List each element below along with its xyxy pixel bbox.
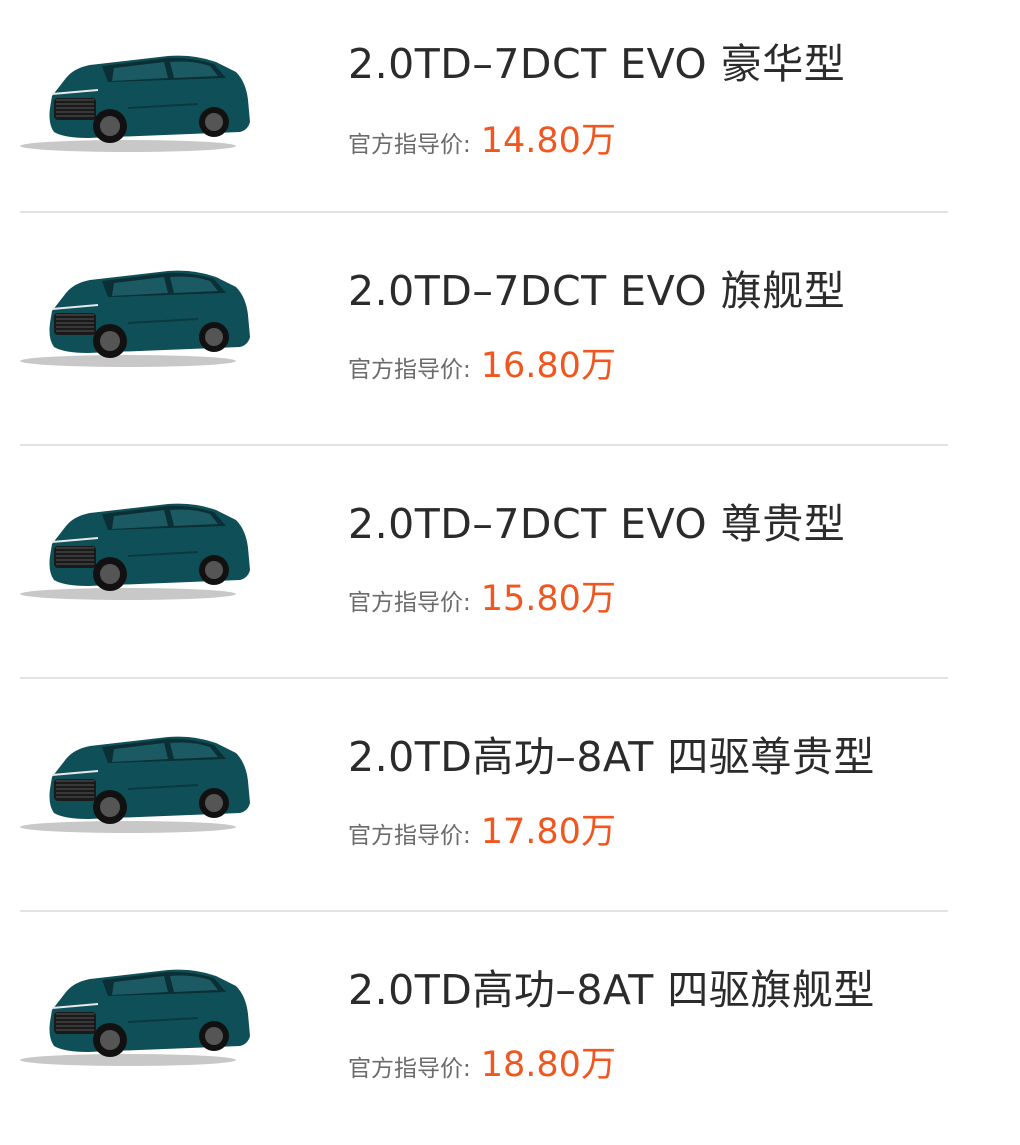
price-row: 官方指导价: 16.80万 [348, 337, 616, 388]
price-label: 官方指导价: [348, 357, 471, 383]
list-item[interactable]: 2.0TD–7DCT EVO 尊贵型 官方指导价: 15.80万 [0, 446, 1020, 679]
price-value: 14.80万 [480, 121, 616, 161]
suv-car-image [20, 503, 250, 600]
suv-car-image [20, 736, 250, 833]
list-item[interactable]: 2.0TD–7DCT EVO 豪华型 官方指导价: 14.80万 [0, 0, 1020, 213]
list-item[interactable]: 2.0TD高功–8AT 四驱尊贵型 官方指导价: 17.80万 [0, 679, 1020, 912]
suv-car-image [20, 969, 250, 1066]
suv-car-image [20, 270, 250, 367]
price-label: 官方指导价: [348, 132, 471, 158]
model-name: 2.0TD高功–8AT 四驱旗舰型 [348, 966, 875, 1014]
model-name: 2.0TD–7DCT EVO 豪华型 [348, 40, 846, 88]
price-value: 18.80万 [480, 1045, 616, 1085]
price-label: 官方指导价: [348, 1056, 471, 1082]
list-item[interactable]: 2.0TD高功–8AT 四驱旗舰型 官方指导价: 18.80万 [0, 912, 1020, 1145]
model-list: 2.0TD–7DCT EVO 豪华型 官方指导价: 14.80万 2.0TD–7… [0, 0, 1020, 1145]
model-name: 2.0TD–7DCT EVO 旗舰型 [348, 267, 846, 315]
price-value: 15.80万 [480, 579, 616, 619]
price-row: 官方指导价: 17.80万 [348, 803, 616, 854]
price-label: 官方指导价: [348, 823, 471, 849]
list-item[interactable]: 2.0TD–7DCT EVO 旗舰型 官方指导价: 16.80万 [0, 213, 1020, 446]
price-row: 官方指导价: 18.80万 [348, 1036, 616, 1087]
price-label: 官方指导价: [348, 590, 471, 616]
price-value: 16.80万 [480, 346, 616, 386]
suv-car-image [20, 55, 250, 152]
model-name: 2.0TD高功–8AT 四驱尊贵型 [348, 733, 875, 781]
price-row: 官方指导价: 15.80万 [348, 570, 616, 621]
model-name: 2.0TD–7DCT EVO 尊贵型 [348, 500, 846, 548]
price-row: 官方指导价: 14.80万 [348, 112, 616, 163]
price-value: 17.80万 [480, 812, 616, 852]
